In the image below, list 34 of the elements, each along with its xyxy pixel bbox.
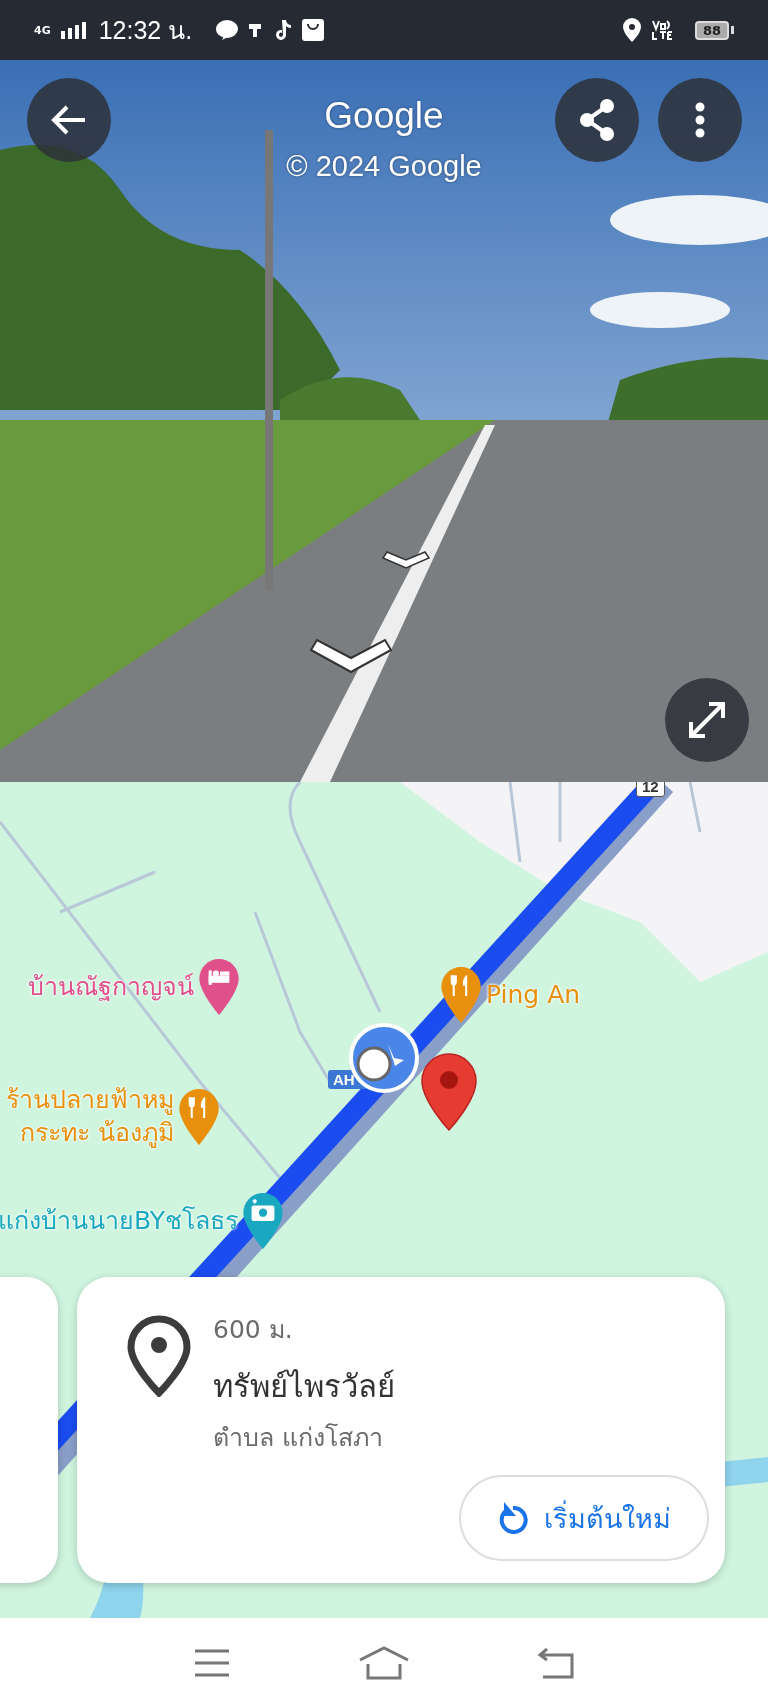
clock-time: 12:32 น. (98, 15, 193, 46)
chat-bubble-icon (216, 20, 239, 40)
restart-icon (497, 1502, 528, 1534)
place-title: ทรัพย์ไพรวัลย์ (213, 1367, 395, 1406)
place-label[interactable]: แก่งบ้านนายBYชโลธร (0, 1204, 239, 1238)
restaurant-pin-icon[interactable] (440, 966, 482, 1024)
back-icon[interactable] (536, 1646, 575, 1679)
network-type: 4G (34, 24, 51, 36)
back-arrow-icon (51, 104, 87, 136)
brush-icon (248, 21, 263, 39)
destination-pin-icon (420, 1052, 478, 1132)
place-label[interactable]: ร้านปลายฟ้าหมู กระทะ น้องภูมิ (6, 1084, 174, 1149)
share-icon (577, 98, 617, 142)
distance-text: 600 ม. (213, 1314, 294, 1346)
more-options-icon (695, 102, 705, 138)
copyright-text: © 2024 Google (286, 150, 482, 182)
location-icon (622, 18, 641, 42)
chevron-icon[interactable] (380, 550, 432, 572)
menu-icon[interactable] (193, 1647, 232, 1678)
signal-icon (60, 21, 89, 39)
home-icon[interactable] (358, 1645, 410, 1680)
route-shield: 12 (636, 782, 665, 797)
expand-icon (687, 700, 727, 740)
place-subtitle: ตำบล แก่งโสภา (213, 1422, 384, 1454)
photo-pin-icon[interactable] (242, 1192, 285, 1250)
shopping-bag-icon (302, 19, 325, 41)
place-card[interactable]: 600 ม. ทรัพย์ไพรวัลย์ ตำบล แก่งโสภา เริ่มต้นใหม่ (77, 1277, 725, 1583)
location-pin-icon (127, 1315, 191, 1397)
street-view-title: Google (324, 95, 444, 136)
place-label[interactable]: Ping An (486, 978, 581, 1012)
volte-icon (650, 19, 673, 41)
hotel-pin-icon[interactable] (198, 958, 240, 1016)
place-label[interactable]: บ้านณัฐกาญจน์ (28, 970, 194, 1004)
restart-button[interactable]: เริ่มต้นใหม่ (459, 1475, 709, 1561)
